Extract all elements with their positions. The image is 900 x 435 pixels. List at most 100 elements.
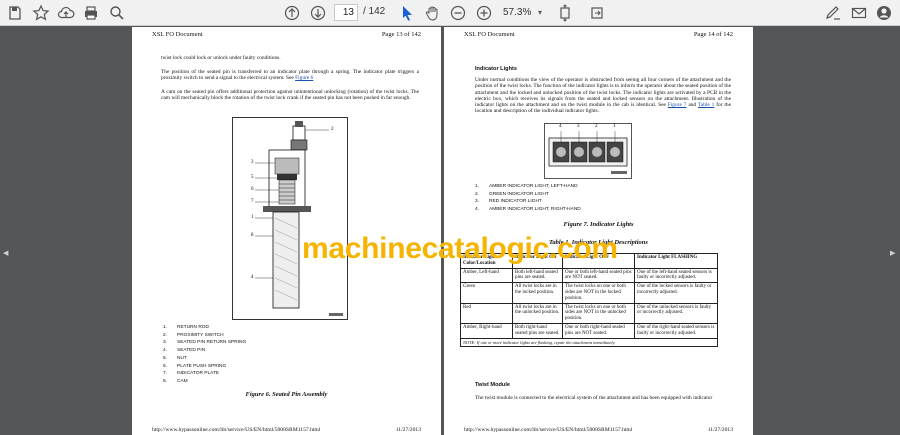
select-cursor-icon[interactable] <box>398 4 416 22</box>
zoom-in-icon[interactable] <box>475 4 493 22</box>
table-row: Amber, Left-hand Both left-hand seated p… <box>460 267 718 284</box>
footer-date: 11/27/2013 <box>395 427 421 433</box>
legend-item: 6. PLATE PUSH SPRING <box>163 363 227 369</box>
figure-7-link[interactable]: Figure 7 <box>668 102 687 108</box>
viewer-toolbar: 13 / 142 57.3% ▾ <box>0 0 900 26</box>
page-header: XSL FO Document Page 13 of 142 <box>152 31 421 38</box>
table-cell: Red <box>460 302 513 324</box>
figure-label: 3 <box>577 124 580 129</box>
print-icon[interactable] <box>82 4 100 22</box>
rotate-icon[interactable] <box>588 4 606 22</box>
legend-item: 3. SEATED PIN RETURN SPRING <box>163 340 247 346</box>
header-page: Page 14 of 142 <box>693 31 733 38</box>
figure-label: 7 <box>251 199 254 204</box>
fit-icon[interactable] <box>556 4 574 22</box>
page-up-icon[interactable] <box>283 4 301 22</box>
section-title: Twist Module <box>475 382 511 388</box>
bookmark-icon[interactable] <box>32 4 50 22</box>
paragraph: twist lock could lock or unlock under fa… <box>161 55 281 61</box>
figure-7-caption: Figure 7. Indicator Lights <box>563 221 634 228</box>
legend-item: 1. AMBER INDICATOR LIGHT, LEFT-HAND <box>475 184 578 189</box>
figure-7-legend: 1. AMBER INDICATOR LIGHT, LEFT-HAND 2. GRE… <box>475 183 581 214</box>
paragraph: The twist module is connected to the ele… <box>475 395 713 401</box>
scroll-right-icon[interactable]: ▶ <box>890 249 895 257</box>
table-note-row: NOTE: If one or more indicator lights ar… <box>460 337 718 348</box>
table-row: Red All twist locks are in the unlocked … <box>460 302 718 324</box>
paragraph-text: The position of the seated pin is transf… <box>161 69 419 82</box>
table-note: NOTE: If one or more indicator lights ar… <box>460 337 718 348</box>
table-cell: One or both left-hand seated pins are NO… <box>562 267 635 284</box>
legend-item: 3. RED INDICATOR LIGHT <box>475 199 542 205</box>
legend-item: 7. INDICATOR PLATE <box>163 371 220 377</box>
page-total: / 142 <box>363 6 386 17</box>
page-13: XSL FO Document Page 13 of 142 twist loc… <box>132 27 441 435</box>
figure-label: 3 <box>251 160 254 165</box>
chevron-down-icon[interactable]: ▾ <box>531 4 549 22</box>
section-title: Indicator Lights <box>475 66 517 72</box>
legend-item: 8. CAM <box>163 378 188 384</box>
table-row: Green All twist locks are in the locked … <box>460 282 718 304</box>
paragraph: A cam on the seated pin offers additiona… <box>161 89 419 102</box>
table-cell: Amber, Left-hand <box>460 267 513 284</box>
document-viewport[interactable]: ◀ ▶ XSL FO Document Page 13 of 142 twist… <box>0 27 900 435</box>
legend-item: 2. PROXIMITY SWITCH <box>163 332 224 338</box>
indicator-light-table: Indicator Light Color/Location Indicator… <box>460 253 718 348</box>
figure-label: 2 <box>595 124 598 129</box>
table-cell: One of the unlocked sensors is faulty or… <box>634 302 718 324</box>
scroll-left-icon[interactable]: ◀ <box>3 249 8 257</box>
table-cell: All twist locks are in the unlocked posi… <box>512 302 563 324</box>
table-cell: The twist locks on one or both sides are… <box>562 282 635 304</box>
indicator-lights-figure: 4 3 2 1 <box>544 123 632 179</box>
table-cell: Both right-hand seated pins are seated. <box>512 322 563 339</box>
zoom-value[interactable]: 57.3% <box>503 7 531 18</box>
figure-label: 6 <box>251 187 254 192</box>
page-footer: http://www.hypassonline.com/lib/service/… <box>152 427 421 433</box>
legend-item: 5. NUT <box>163 355 187 361</box>
legend-item: 4. SEATED PIN <box>163 348 206 354</box>
paragraph: Under normal conditions the view of the … <box>475 77 731 115</box>
legend-item: 1. RETURN ROD <box>163 325 209 330</box>
footer-url: http://www.hypassonline.com/lib/service/… <box>152 427 321 433</box>
header-title: XSL FO Document <box>464 31 515 38</box>
figure-label: 4 <box>251 275 254 280</box>
upload-icon[interactable] <box>57 4 75 22</box>
hand-icon[interactable] <box>424 4 442 22</box>
figure-6-legend: 1. RETURN ROD 2. PROXIMITY SWITCH 3. SEATED… <box>163 324 246 386</box>
header-title: XSL FO Document <box>152 31 203 38</box>
table-cell: The twist locks on one or both sides are… <box>562 302 635 324</box>
column-header: Indicator Light FLASHING <box>634 253 718 269</box>
table-cell: Both left-hand seated pins are seated. <box>512 267 563 284</box>
page-footer: http://www.hypassonline.com/lib/service/… <box>464 427 733 433</box>
paragraph: The position of the seated pin is transf… <box>161 69 419 82</box>
table-row: Amber, Right-hand Both right-hand seated… <box>460 322 718 339</box>
table-cell: All twist locks are in the locked positi… <box>512 282 563 304</box>
page-header: XSL FO Document Page 14 of 142 <box>464 31 733 38</box>
watermark: machinecatalogic.com <box>302 232 618 265</box>
email-icon[interactable] <box>850 4 868 22</box>
table-cell: One or both right-hand seated pins are N… <box>562 322 635 339</box>
save-icon[interactable] <box>6 4 24 22</box>
table-1-link[interactable]: Table 1 <box>698 102 714 108</box>
footer-date: 11/27/2013 <box>707 427 733 433</box>
figure-label: 5 <box>251 175 254 180</box>
table-cell: One of the left-hand seated sensors is f… <box>634 267 718 284</box>
legend-item: 4. AMBER INDICATOR LIGHT, RIGHT-HAND <box>475 207 581 213</box>
figure-6-caption: Figure 6. Seated Pin Assembly <box>245 391 328 398</box>
sign-icon[interactable] <box>824 4 842 22</box>
page-down-icon[interactable] <box>309 4 327 22</box>
table-cell: Amber, Right-hand <box>460 322 513 339</box>
zoom-out-icon[interactable] <box>449 4 467 22</box>
account-icon[interactable] <box>875 4 893 22</box>
page-number-input[interactable]: 13 <box>334 4 358 21</box>
legend-item: 2. GREEN INDICATOR LIGHT <box>475 191 549 197</box>
figure-label: 8 <box>251 233 254 238</box>
paragraph-text: and <box>688 102 697 109</box>
figure-label: 4 <box>559 124 562 129</box>
table-cell: One of the right-hand seated sensors is … <box>634 322 718 339</box>
search-icon[interactable] <box>108 4 126 22</box>
header-page: Page 13 of 142 <box>381 31 421 38</box>
seated-pin-figure: 2 3 5 6 7 1 8 4 <box>232 117 348 320</box>
figure-6-link[interactable]: Figure 6 <box>295 75 313 81</box>
figure-label: 1 <box>613 124 616 129</box>
footer-url: http://www.hypassonline.com/lib/service/… <box>464 427 633 433</box>
